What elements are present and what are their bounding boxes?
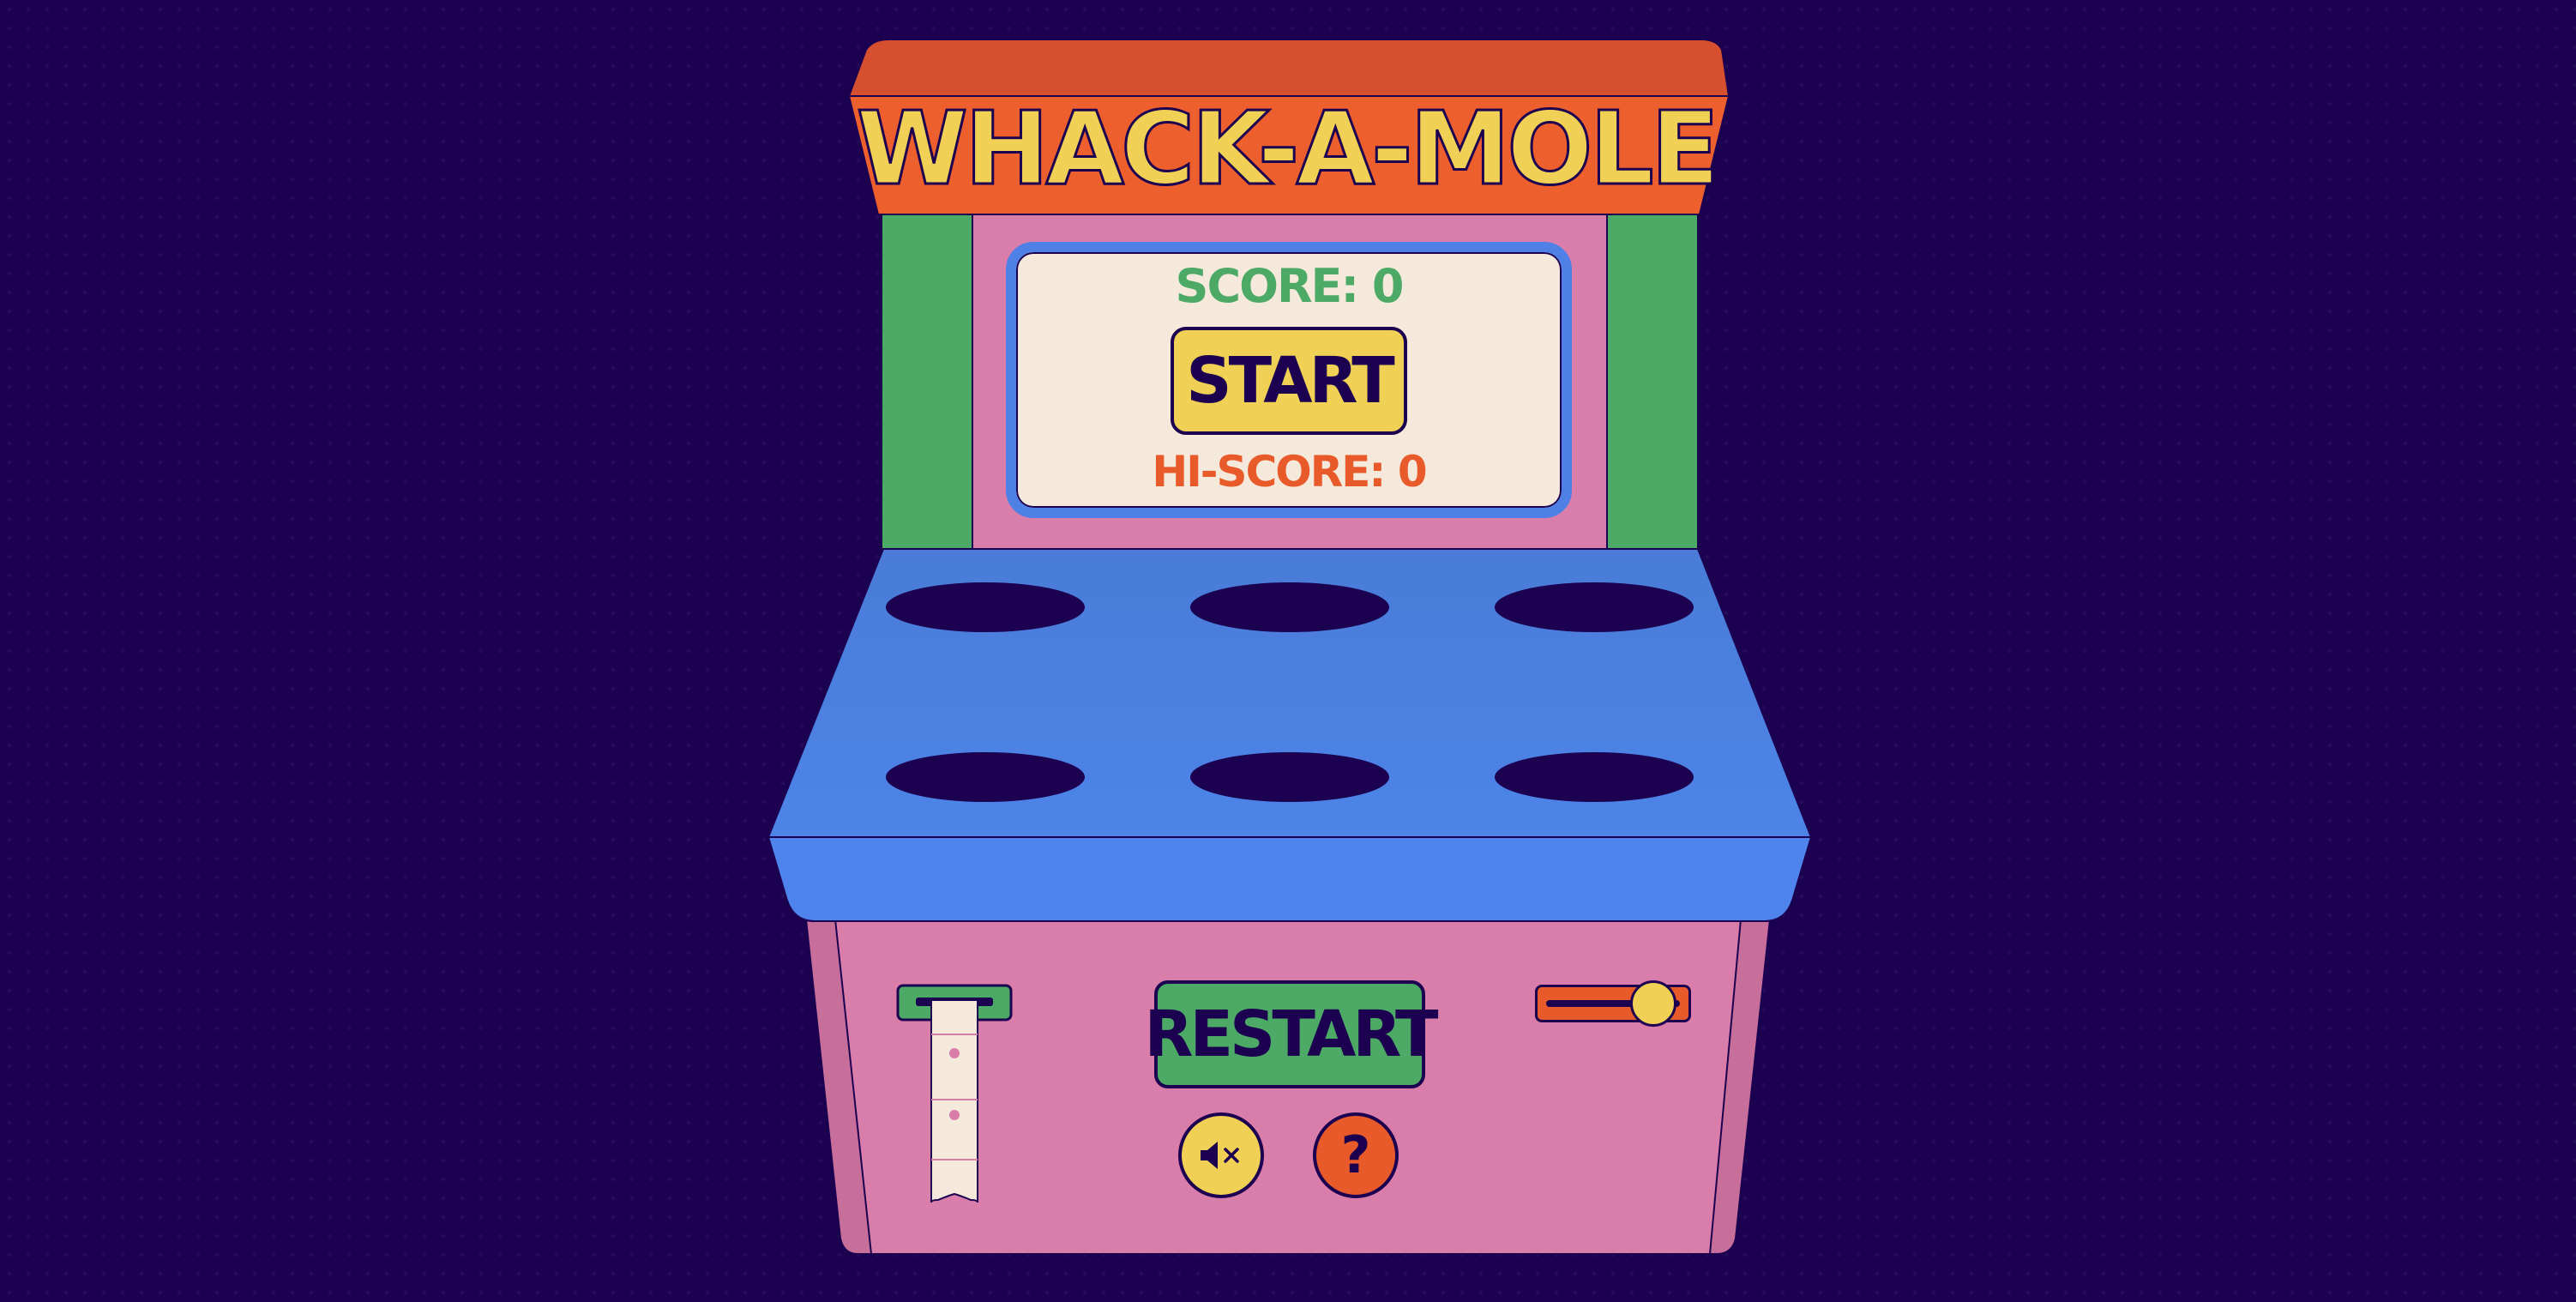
- start-button[interactable]: START: [1171, 327, 1407, 435]
- mole-hole-1[interactable]: [886, 582, 1085, 632]
- right-side-panel: [1606, 214, 1699, 550]
- help-icon: ?: [1340, 1125, 1371, 1185]
- game-title: WHACK-A-MOLE: [855, 88, 1721, 209]
- game-screen: SCORE: 0 START HI-SCORE: 0: [1006, 242, 1572, 518]
- mute-button[interactable]: [1178, 1112, 1264, 1198]
- hiscore-label: HI-SCORE:: [1152, 447, 1386, 497]
- score-label: SCORE:: [1175, 259, 1359, 313]
- left-side-panel: [881, 214, 973, 550]
- hiscore-display: HI-SCORE: 0: [1152, 450, 1427, 493]
- score-display: SCORE: 0: [1176, 263, 1405, 310]
- mole-hole-2[interactable]: [1190, 582, 1389, 632]
- game-stage: WHACK-A-MOLE SCORE: 0 START HI-SCORE: 0 …: [0, 0, 2576, 1302]
- mole-hole-6[interactable]: [1495, 752, 1694, 802]
- marquee-top: [847, 39, 1730, 97]
- help-button[interactable]: ?: [1313, 1112, 1399, 1198]
- game-board-edge: [767, 836, 1813, 922]
- volume-slider-knob[interactable]: [1629, 980, 1676, 1027]
- restart-button[interactable]: RESTART: [1145, 980, 1438, 1088]
- volume-slider[interactable]: [1535, 980, 1691, 1027]
- hiscore-value: 0: [1397, 447, 1428, 497]
- mole-hole-4[interactable]: [886, 752, 1085, 802]
- speaker-muted-icon: [1201, 1142, 1239, 1169]
- score-value: 0: [1371, 259, 1405, 313]
- mole-hole-5[interactable]: [1190, 752, 1389, 802]
- mole-hole-3[interactable]: [1495, 582, 1694, 632]
